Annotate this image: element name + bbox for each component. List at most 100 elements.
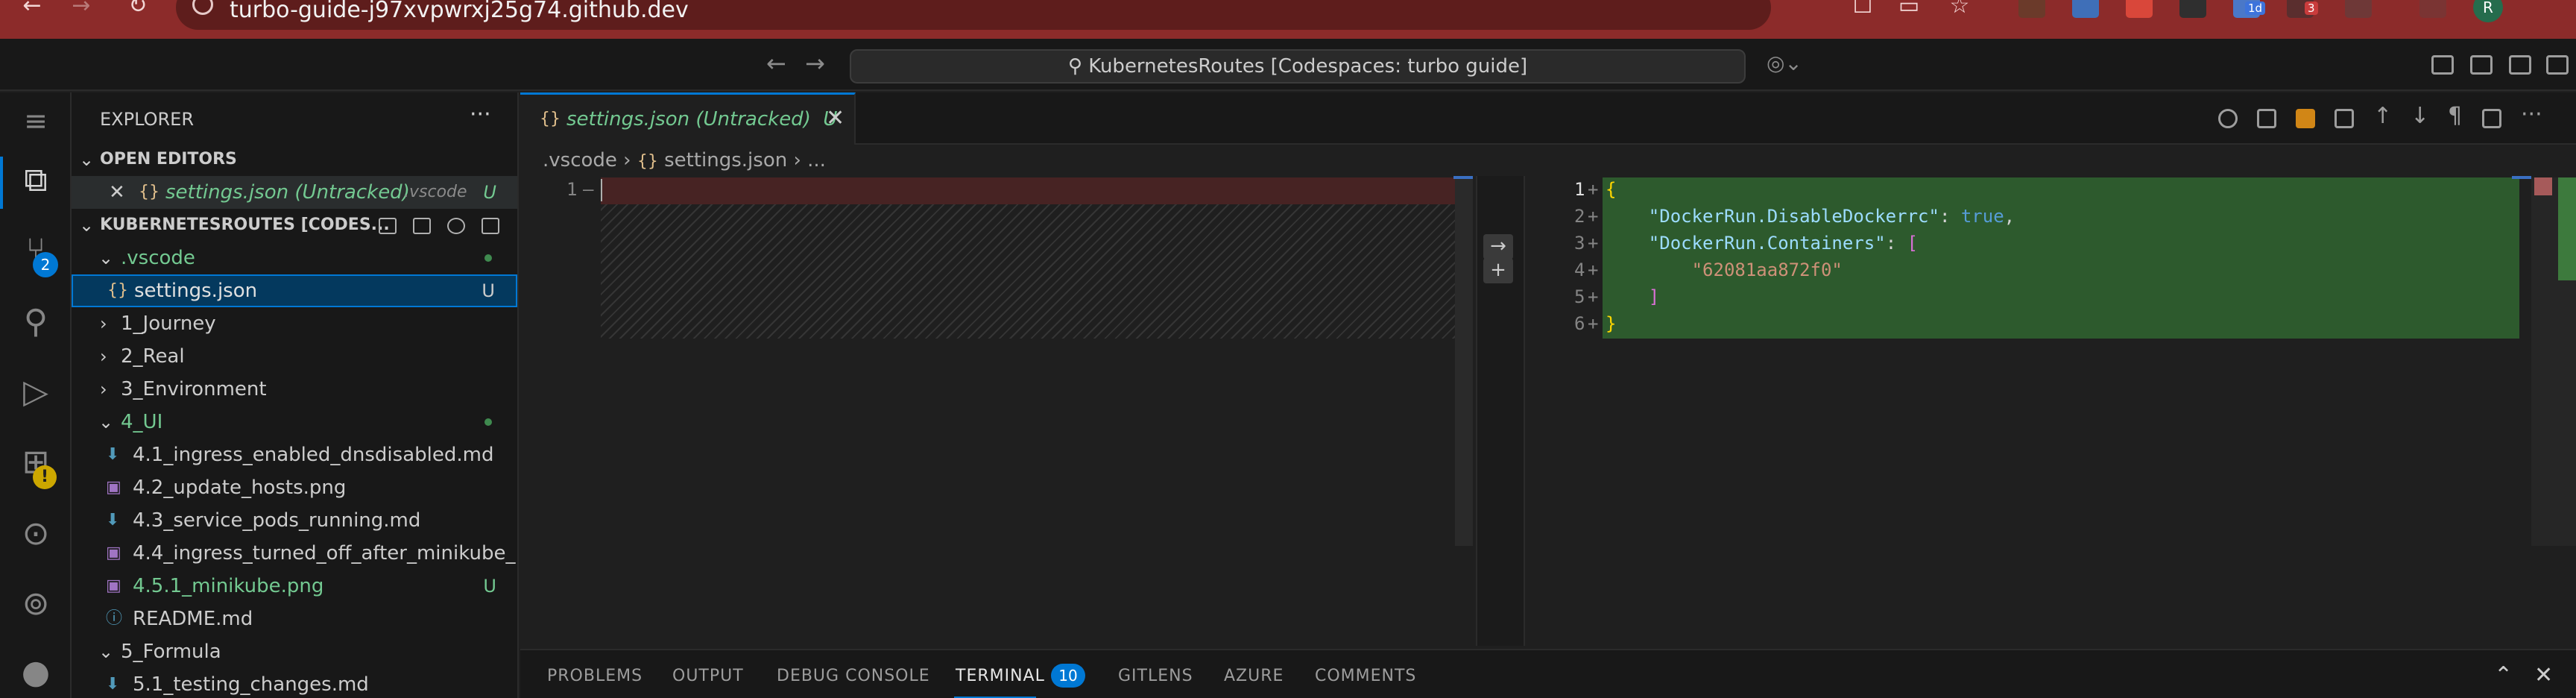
more-editor-actions-icon[interactable]: ··· — [2521, 101, 2542, 128]
modified-dot — [484, 418, 492, 426]
extension-5-badge: 1d — [2245, 1, 2266, 15]
close-tab-icon[interactable]: ✕ — [826, 105, 845, 131]
open-changes-icon[interactable] — [2334, 109, 2354, 128]
open-editor-item[interactable]: ✕ {} settings.json (Untracked) .vscode U — [72, 176, 517, 209]
json-file-icon: {} — [139, 183, 160, 201]
search-view-icon[interactable]: ⚲ — [16, 303, 55, 342]
tree-file-settings-json[interactable]: {} settings.json U — [72, 274, 517, 307]
go-forward-icon[interactable]: → — [805, 49, 825, 78]
menu-icon[interactable]: ≡ — [16, 101, 55, 140]
star-icon[interactable]: ☆ — [1941, 0, 1978, 18]
more-actions-icon[interactable]: ··· — [470, 101, 491, 128]
revert-block-icon[interactable]: → — [1483, 234, 1513, 260]
tree-folder-3-environment[interactable]: › 3_Environment — [72, 373, 517, 406]
tree-file-4-5-1[interactable]: ▣ 4.5.1_minikube.png U — [72, 570, 517, 603]
toggle-panel-icon[interactable] — [2509, 55, 2531, 75]
extension-1-icon[interactable] — [2018, 0, 2045, 18]
new-folder-icon[interactable] — [413, 218, 431, 234]
tree-folder-1-journey[interactable]: › 1_Journey — [72, 307, 517, 340]
code-line-2: "DockerRun.DisableDockerrc": true, — [1648, 206, 2015, 227]
toggle-primary-sidebar-icon[interactable] — [2470, 55, 2493, 75]
tree-folder-2-real[interactable]: › 2_Real — [72, 340, 517, 373]
tree-file-readme[interactable]: ⓘ README.md — [72, 603, 517, 635]
tree-file-4-2[interactable]: ▣ 4.2_update_hosts.png — [72, 471, 517, 504]
extension-3-icon[interactable] — [2126, 0, 2153, 18]
line-number: 3 — [1574, 233, 1585, 254]
sync-icon[interactable] — [2419, 0, 2446, 18]
customize-layout-icon[interactable] — [2431, 55, 2454, 75]
back-icon[interactable]: ← — [13, 0, 51, 18]
maximize-panel-icon[interactable]: ⌃ — [2494, 662, 2513, 688]
timeline-icon[interactable] — [2218, 109, 2238, 128]
tree-file-4-4[interactable]: ▣ 4.4_ingress_turned_off_after_minikube_… — [72, 537, 517, 570]
whitespace-icon[interactable]: ¶ — [2448, 103, 2462, 129]
chevron-right-icon: › — [100, 313, 107, 334]
explorer-sidebar: EXPLORER ··· ⌄ OPEN EDITORS ✕ {} setting… — [72, 92, 519, 698]
run-debug-icon[interactable]: ▷ — [16, 373, 55, 412]
site-info-icon[interactable] — [192, 0, 213, 15]
forward-icon[interactable]: → — [63, 0, 100, 18]
diff-placeholder-hatch — [601, 204, 1473, 339]
tab-gitlens[interactable]: GITLENS — [1118, 667, 1193, 685]
url-text: turbo-guide-j97xvpwrxj25g74.github.dev — [230, 0, 689, 23]
json-file-icon: {} — [107, 281, 128, 300]
reload-icon[interactable]: ↻ — [119, 0, 157, 18]
tree-folder-4-ui[interactable]: ⌄ 4_UI — [72, 406, 517, 438]
markdown-file-icon: ⬇ — [106, 511, 120, 529]
tab-comments[interactable]: COMMENTS — [1315, 667, 1416, 685]
bookmark-page-icon[interactable]: ☐ — [1844, 0, 1881, 18]
tab-azure[interactable]: AZURE — [1224, 667, 1284, 685]
tab-output[interactable]: OUTPUT — [672, 667, 744, 685]
remote-explorer-icon[interactable]: ⊚ — [16, 585, 55, 623]
address-bar[interactable]: turbo-guide-j97xvpwrxj25g74.github.dev — [176, 0, 1771, 30]
tree-folder-5-formula[interactable]: ⌄ 5_Formula — [72, 635, 517, 668]
overview-ruler-addition — [2558, 177, 2576, 280]
go-back-icon[interactable]: ← — [766, 49, 786, 78]
breadcrumb[interactable]: .vscode › {} settings.json › ... — [543, 149, 826, 172]
code-line-3: "DockerRun.Containers": [ — [1648, 233, 1919, 254]
overview-ruler-deletion — [2534, 177, 2552, 195]
gitlens-compare-icon[interactable] — [2296, 109, 2315, 128]
previous-change-icon[interactable]: ↑ — [2373, 103, 2392, 129]
original-scrollbar[interactable] — [1455, 177, 1473, 546]
new-file-icon[interactable] — [379, 218, 397, 234]
toggle-secondary-sidebar-icon[interactable] — [2546, 55, 2569, 75]
breadcrumb-more[interactable]: ... — [807, 149, 826, 172]
extensions-puzzle-icon[interactable] — [2345, 0, 2372, 18]
tab-problems[interactable]: PROBLEMS — [547, 667, 643, 685]
close-panel-icon[interactable]: ✕ — [2534, 662, 2553, 688]
extension-4-icon[interactable] — [2179, 0, 2206, 18]
tab-settings-json[interactable]: {} settings.json (Untracked) U ✕ — [520, 92, 856, 145]
open-file-icon[interactable] — [2257, 109, 2276, 128]
chevron-right-icon: › — [100, 379, 107, 400]
stage-block-icon[interactable]: + — [1483, 258, 1513, 283]
original-scroll-indicator — [1453, 176, 1473, 179]
tree-file-4-1[interactable]: ⬇ 4.1_ingress_enabled_dnsdisabled.md — [72, 438, 517, 471]
workspace-header[interactable]: ⌄ KUBERNETESROUTES [CODES... — [72, 209, 517, 242]
code-line-6: } — [1606, 313, 1617, 334]
open-editors-header[interactable]: ⌄ OPEN EDITORS — [72, 143, 517, 176]
code-line-1: { — [1606, 179, 1617, 200]
tab-terminal[interactable]: TERMINAL — [956, 667, 1045, 685]
cast-icon[interactable]: ▭ — [1890, 0, 1928, 18]
breadcrumb-file[interactable]: settings.json — [664, 149, 787, 172]
split-editor-icon[interactable] — [2482, 109, 2501, 128]
chevron-right-icon: › — [623, 149, 637, 172]
extension-2-icon[interactable] — [2072, 0, 2099, 18]
explorer-icon[interactable]: ⧉ — [16, 161, 55, 200]
line-number: 6 — [1574, 313, 1585, 334]
close-icon[interactable]: ✕ — [109, 176, 125, 209]
collapse-all-icon[interactable] — [482, 218, 499, 234]
github-icon[interactable]: ● — [16, 653, 55, 692]
tree-folder-vscode[interactable]: ⌄ .vscode — [72, 242, 517, 274]
tree-file-5-1[interactable]: ⬇ 5.1_testing_changes.md — [72, 668, 517, 698]
command-center[interactable]: ⚲ KubernetesRoutes [Codespaces: turbo gu… — [850, 49, 1746, 84]
breadcrumb-folder[interactable]: .vscode — [543, 149, 617, 172]
next-change-icon[interactable]: ↓ — [2411, 103, 2429, 129]
copilot-icon[interactable]: ◎⌄ — [1767, 51, 1802, 75]
tab-debug-console[interactable]: DEBUG CONSOLE — [777, 667, 930, 685]
refresh-icon[interactable] — [447, 218, 465, 234]
gitlens-icon[interactable]: ⊙ — [16, 515, 55, 553]
tree-file-4-3[interactable]: ⬇ 4.3_service_pods_running.md — [72, 504, 517, 537]
profile-avatar[interactable]: R — [2473, 0, 2503, 22]
